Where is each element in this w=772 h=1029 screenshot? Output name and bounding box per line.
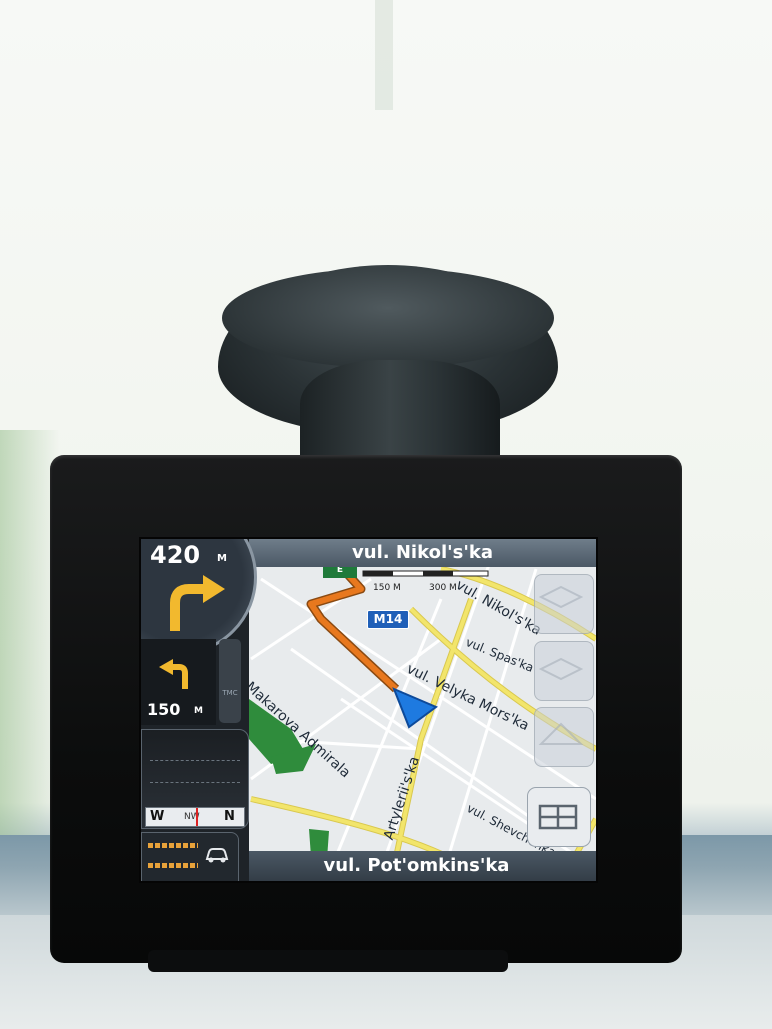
zoom-in-button[interactable]	[534, 574, 594, 634]
next-turn-distance: 150	[147, 700, 181, 719]
suction-mount-rim	[222, 268, 554, 368]
tilt-button[interactable]	[534, 707, 594, 767]
scale-label-150: 150 M	[373, 583, 401, 593]
route-sign: M14	[367, 610, 409, 629]
zoom-out-button[interactable]	[534, 641, 594, 701]
gps-device-base	[148, 950, 508, 972]
mount-arm	[300, 360, 500, 470]
next-street-name: vul. Pot'omkins'ka	[323, 855, 510, 876]
next-turn-distance-unit: M	[194, 706, 203, 716]
current-street-name: vul. Nikol's'ka	[352, 542, 493, 563]
compass-west: W	[150, 809, 165, 824]
car-icon	[205, 848, 229, 863]
battery-indicator	[148, 843, 198, 848]
menu-button[interactable]	[527, 787, 591, 847]
background-window-frame	[375, 0, 393, 110]
turn-right-arrow-icon	[170, 575, 225, 631]
status-panel[interactable]	[141, 832, 239, 881]
gps-screen[interactable]: 150 M 300 M E M14 vul. Nikol's'ka vul. S…	[139, 537, 598, 883]
gps-signal-indicator	[148, 863, 198, 868]
turn-distance: 420	[150, 541, 201, 569]
compass-needle	[196, 808, 198, 826]
menu-grid-icon	[538, 804, 578, 830]
turn-left-arrow-icon	[159, 659, 188, 689]
compass-north: N	[224, 809, 235, 824]
turn-distance-unit: M	[217, 553, 227, 564]
traffic-button[interactable]	[219, 639, 241, 723]
compass-strip: W NW N	[145, 807, 245, 827]
scale-bar	[362, 570, 489, 577]
scale-label-300: 300 M	[429, 583, 457, 593]
tmc-label: TMC	[222, 689, 238, 697]
